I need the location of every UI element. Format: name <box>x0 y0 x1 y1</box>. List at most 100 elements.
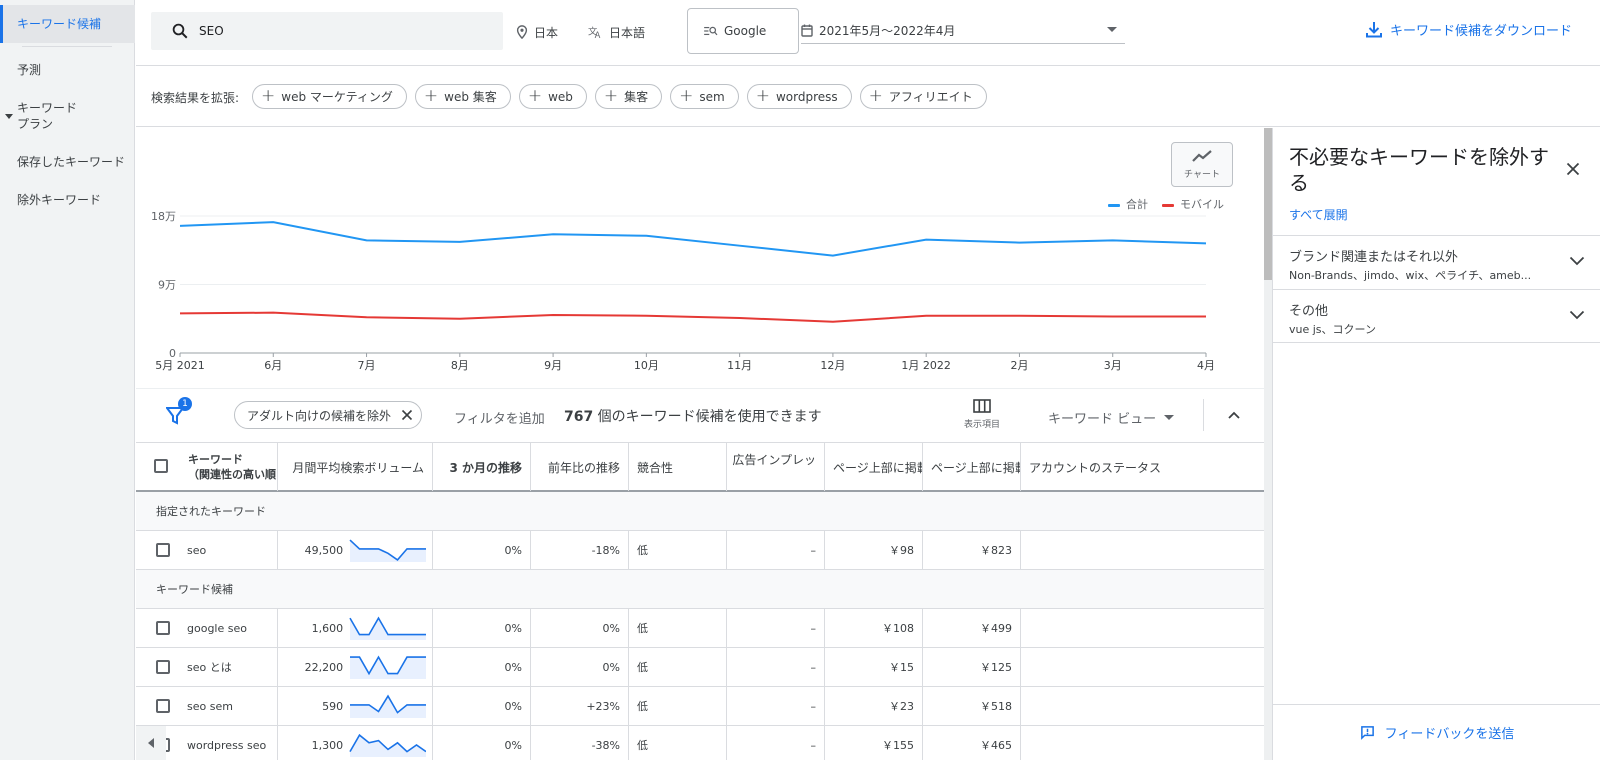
top-bid-high-cell: ￥518 <box>923 687 1021 725</box>
yoy-change-cell: 0% <box>531 648 629 686</box>
three-month-change-cell: 0% <box>433 726 531 760</box>
sidebar-item-keyword-plan[interactable]: キーワード プラン <box>0 100 135 132</box>
language-selector[interactable]: 文A 日本語 <box>588 22 645 42</box>
select-all-checkbox[interactable] <box>154 459 168 473</box>
x-tick-label: 9月 <box>544 359 562 372</box>
search-input[interactable] <box>199 24 479 38</box>
expand-chip-label: アフィリエイト <box>888 90 973 104</box>
x-tick-label: 2月 <box>1010 359 1028 372</box>
sparkline-area <box>350 540 426 562</box>
expand-all-link[interactable]: すべて展開 <box>1289 206 1348 223</box>
sidebar-divider <box>22 46 112 47</box>
plus-icon: + <box>261 86 276 106</box>
close-icon[interactable] <box>401 409 413 421</box>
date-range-selector[interactable]: 2021年5月～2022年4月 <box>801 18 1125 44</box>
trend-sparkline[interactable] <box>349 654 426 680</box>
volume-cell: 49,500 <box>278 531 433 569</box>
columns-label: 表示項目 <box>964 420 1001 430</box>
column-header-keyword[interactable]: キーワード （関連性の高い順 <box>136 443 278 491</box>
refine-section-brands[interactable]: ブランド関連またはそれ以外 Non-Brands、jimdo、wix、ペライチ、… <box>1273 235 1600 289</box>
trend-sparkline[interactable] <box>349 693 426 719</box>
column-header-three-month[interactable]: 3 か月の推移 <box>433 443 531 491</box>
network-label: Google <box>724 24 767 38</box>
chevron-left-icon <box>148 738 154 748</box>
keyword-text: wordpress seo <box>187 738 267 752</box>
ad-impression-cell: – <box>727 726 825 760</box>
expand-chip[interactable]: + アフィリエイト <box>859 84 987 109</box>
expand-chip[interactable]: + 集客 <box>594 84 663 109</box>
keyword-view-selector[interactable]: キーワード ビュー <box>1048 408 1175 427</box>
chevron-up-icon[interactable] <box>1226 407 1242 423</box>
row-checkbox[interactable] <box>156 660 170 674</box>
row-checkbox[interactable] <box>156 699 170 713</box>
keyword-cell: seo sem <box>136 687 278 725</box>
keyword-cell: google seo <box>136 609 278 647</box>
row-checkbox[interactable] <box>156 621 170 635</box>
expand-chip[interactable]: + web マーケティング <box>252 84 407 109</box>
refine-panel-title: 不必要なキーワードを除外する <box>1289 145 1549 195</box>
series-line-total[interactable] <box>179 221 1207 257</box>
volume-value: 1,600 <box>311 621 344 635</box>
language-label: 日本語 <box>609 25 646 40</box>
competition-cell: 低 <box>629 531 727 569</box>
table-row[interactable]: seo 49,500 0% -18% 低 – ￥98 ￥823 <box>136 531 1264 570</box>
competition-cell: 低 <box>629 687 727 725</box>
table-row[interactable]: seo sem 590 0% +23% 低 – ￥23 ￥518 <box>136 687 1264 726</box>
table-row[interactable]: wordpress seo 1,300 0% -38% 低 – ￥155 ￥465 <box>136 726 1264 760</box>
date-range-label: 2021年5月～2022年4月 <box>819 24 956 38</box>
sidebar-item-keyword-ideas[interactable]: キーワード候補 <box>0 5 135 43</box>
send-feedback-button[interactable]: フィードバックを送信 <box>1273 704 1600 760</box>
volume-cell: 1,300 <box>278 726 433 760</box>
x-tick-label: 5月 2021 <box>155 359 205 372</box>
scrollbar-thumb[interactable] <box>1264 128 1272 280</box>
column-header-ad-impression[interactable]: 広告インプレッ <box>727 443 825 491</box>
close-icon[interactable] <box>1566 162 1580 176</box>
expand-chip[interactable]: + wordpress <box>746 84 852 109</box>
column-header-yoy[interactable]: 前年比の推移 <box>531 443 629 491</box>
series-line-mobile[interactable] <box>179 311 1206 323</box>
volume-value: 22,200 <box>304 660 344 674</box>
sidebar-item-saved-keywords[interactable]: 保存したキーワード <box>0 154 135 170</box>
column-header-account-status[interactable]: アカウントのステータス <box>1021 443 1264 491</box>
search-box[interactable] <box>151 12 503 50</box>
keyword-header-line1: キーワード <box>188 453 243 466</box>
keyword-header-line2: （関連性の高い順 <box>188 468 276 481</box>
refine-section-title: ブランド関連またはそれ以外 <box>1289 250 1459 265</box>
trend-sparkline[interactable] <box>349 537 426 563</box>
table-row[interactable]: seo とは 22,200 0% 0% 低 – ￥15 ￥125 <box>136 648 1264 687</box>
sparkline-area <box>350 618 426 640</box>
sidebar-item-forecast[interactable]: 予測 <box>0 62 135 78</box>
adult-filter-label: アダルト向けの候補を除外 <box>247 408 392 423</box>
column-header-competition[interactable]: 競合性 <box>629 443 727 491</box>
column-header-top-bid-high[interactable]: ページ上部に掲載 <box>923 443 1021 491</box>
sidebar-item-negative-keywords[interactable]: 除外キーワード <box>0 192 135 208</box>
keyword-text: google seo <box>187 621 247 635</box>
yoy-change-cell: -18% <box>531 531 629 569</box>
expand-chip[interactable]: + web <box>518 84 587 109</box>
keyword-cell: seo とは <box>136 648 278 686</box>
scroll-left-button[interactable] <box>136 726 166 760</box>
trend-sparkline[interactable] <box>349 615 426 641</box>
vertical-scrollbar[interactable] <box>1264 128 1272 760</box>
adult-filter-chip[interactable]: アダルト向けの候補を除外 <box>234 401 423 429</box>
refine-section-other[interactable]: その他 vue js、コクーン <box>1273 289 1600 343</box>
trend-sparkline[interactable] <box>349 732 426 758</box>
keyword-text: seo とは <box>187 661 232 674</box>
table-row[interactable]: google seo 1,600 0% 0% 低 – ￥108 ￥499 <box>136 609 1264 648</box>
expand-chip[interactable]: + sem <box>670 84 739 109</box>
chart-toggle-button[interactable]: チャート <box>1171 142 1233 187</box>
filter-count-badge: 1 <box>178 397 192 411</box>
download-keyword-ideas-button[interactable]: キーワード候補をダウンロード <box>1365 20 1572 39</box>
row-checkbox[interactable] <box>156 543 170 557</box>
expand-chip[interactable]: + web 集客 <box>414 84 511 109</box>
columns-button[interactable]: 表示項目 <box>964 399 1000 430</box>
column-header-volume[interactable]: 月間平均検索ボリューム <box>278 443 433 491</box>
add-filter-button[interactable]: フィルタを追加 <box>454 408 545 427</box>
keyword-text: seo sem <box>187 699 233 713</box>
search-volume-chart: 09万18万5月 2021 6月 7月 8月 9月 10月 11月 12月 1月 2022 2月 3… <box>151 210 1215 372</box>
feedback-icon <box>1360 726 1374 740</box>
network-selector[interactable]: Google <box>687 8 799 54</box>
location-selector[interactable]: 日本 <box>516 22 558 42</box>
column-header-top-bid-low[interactable]: ページ上部に掲載 <box>825 443 923 491</box>
top-bid-low-cell: ￥23 <box>825 687 923 725</box>
